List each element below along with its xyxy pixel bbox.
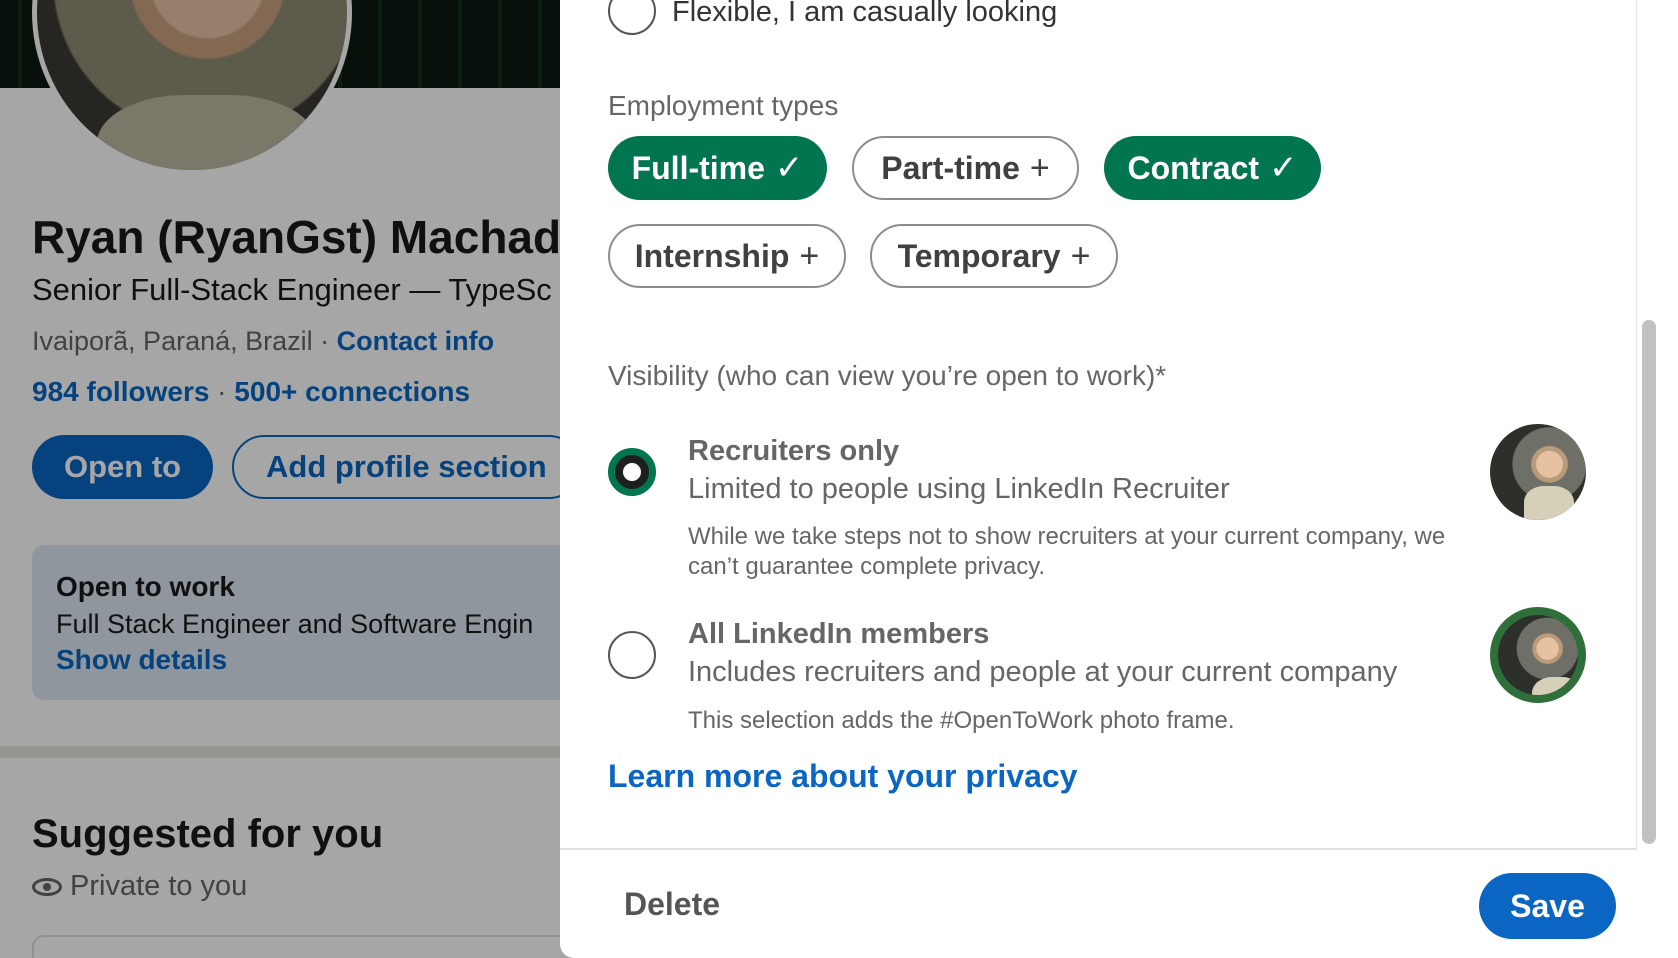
plus-icon: + xyxy=(1070,236,1091,275)
recruiters-only-note: While we take steps not to show recruite… xyxy=(688,523,1446,580)
scroll-track xyxy=(1636,0,1637,850)
pill-full-time[interactable]: Full-time ✓ xyxy=(608,136,827,200)
flexible-option-label: Flexible, I am casually looking xyxy=(672,0,1058,28)
save-button[interactable]: Save xyxy=(1479,873,1616,939)
pill-label: Temporary xyxy=(897,237,1061,274)
recruiters-only-preview-photo xyxy=(1490,424,1586,520)
footer-divider xyxy=(560,848,1636,850)
pill-label: Full-time xyxy=(631,149,765,186)
recruiters-only-radio[interactable] xyxy=(608,448,656,496)
recruiters-only-subtitle: Limited to people using LinkedIn Recruit… xyxy=(688,473,1230,505)
pill-label: Internship xyxy=(634,237,790,274)
all-members-subtitle: Includes recruiters and people at your c… xyxy=(688,656,1398,688)
plus-icon: + xyxy=(799,236,820,275)
check-icon: ✓ xyxy=(774,149,804,187)
modal-scrollbar[interactable] xyxy=(1642,320,1656,844)
delete-button[interactable]: Delete xyxy=(624,886,720,923)
all-members-title: All LinkedIn members xyxy=(688,618,990,650)
opentowork-preview-photo xyxy=(1490,607,1586,703)
pill-label: Contract xyxy=(1127,149,1260,186)
pill-temporary[interactable]: Temporary + xyxy=(870,224,1118,288)
all-members-radio[interactable] xyxy=(608,631,656,679)
check-icon: ✓ xyxy=(1269,149,1298,187)
all-members-note: This selection adds the #OpenToWork phot… xyxy=(688,707,1235,734)
recruiters-only-title: Recruiters only xyxy=(688,435,900,467)
plus-icon: + xyxy=(1029,148,1050,187)
employment-types-label: Employment types xyxy=(608,90,839,121)
pill-internship[interactable]: Internship + xyxy=(608,224,846,288)
pill-label: Part-time xyxy=(881,149,1020,186)
pill-part-time[interactable]: Part-time + xyxy=(852,136,1079,200)
visibility-label: Visibility (who can view you’re open to … xyxy=(608,360,1167,391)
pill-contract[interactable]: Contract ✓ xyxy=(1104,136,1321,200)
learn-more-privacy-link[interactable]: Learn more about your privacy xyxy=(608,758,1077,795)
